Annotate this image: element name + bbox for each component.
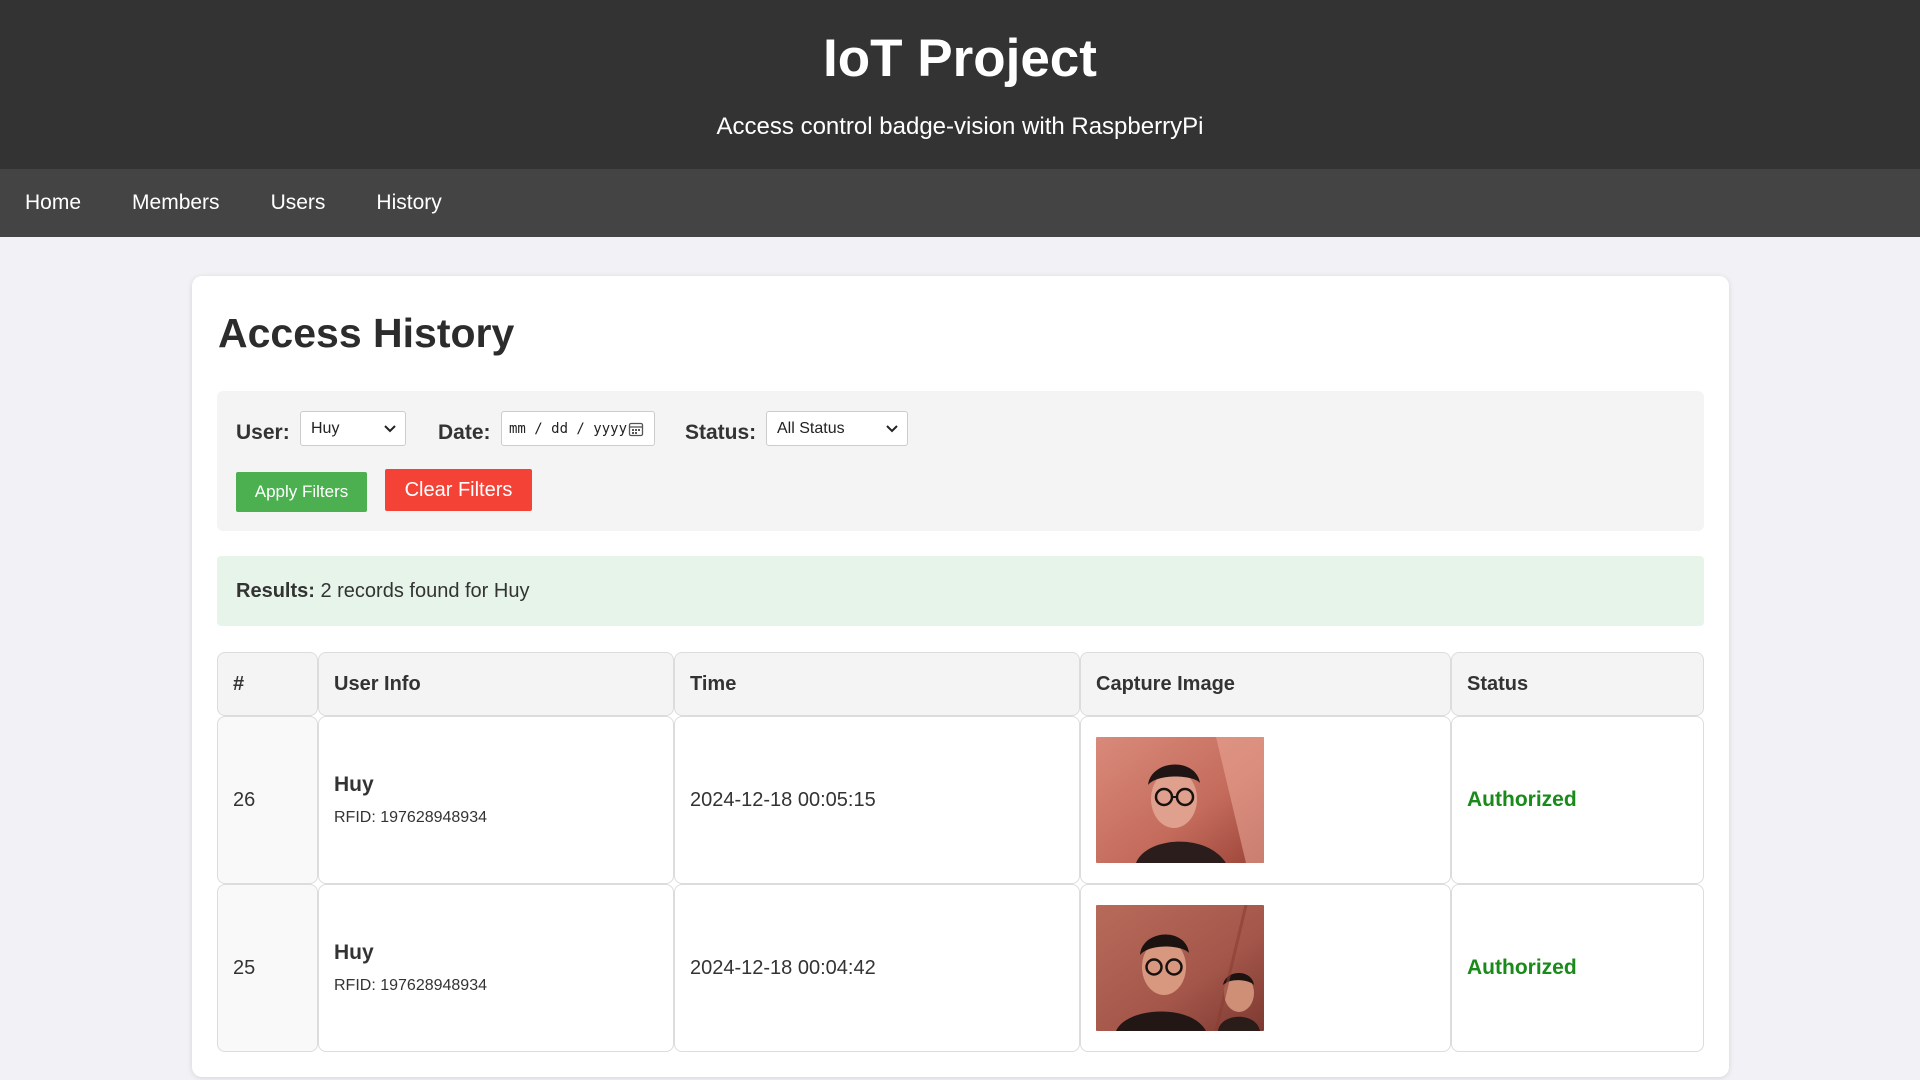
results-text: 2 records found for Huy xyxy=(320,580,530,602)
date-input[interactable]: mm / dd / yyyy xyxy=(501,411,655,446)
row-time: 2024-12-18 00:05:15 xyxy=(674,716,1080,884)
nav-members[interactable]: Members xyxy=(132,191,220,215)
status-select[interactable]: All Status xyxy=(766,411,908,446)
nav-home[interactable]: Home xyxy=(25,191,81,215)
chevron-down-icon xyxy=(384,425,396,433)
history-table: # User Info Time Capture Image Status 26… xyxy=(217,652,1704,1052)
row-id: 26 xyxy=(217,716,318,884)
capture-photo[interactable] xyxy=(1096,905,1264,1031)
table-header: # User Info Time Capture Image Status xyxy=(217,652,1704,716)
user-info-cell: Huy RFID: 197628948934 xyxy=(318,884,674,1052)
nav-history[interactable]: History xyxy=(376,191,441,215)
status-filter-label: Status: xyxy=(685,421,757,444)
user-select-value: Huy xyxy=(311,419,340,437)
header-id: # xyxy=(217,652,318,716)
header-user-info: User Info xyxy=(318,652,674,716)
row-id: 25 xyxy=(217,884,318,1052)
header-capture-image: Capture Image xyxy=(1080,652,1451,716)
table-row: 26 Huy RFID: 197628948934 2024-12-18 00:… xyxy=(217,716,1704,884)
date-filter-label: Date: xyxy=(438,421,491,444)
results-banner: Results: 2 records found for Huy xyxy=(217,556,1704,626)
status-select-value: All Status xyxy=(777,419,845,437)
table-row: 25 Huy RFID: 197628948934 2024-12-18 00:… xyxy=(217,884,1704,1052)
filter-panel: User: Huy Date: mm / dd / yyyy Status: A… xyxy=(217,391,1704,531)
capture-image-cell xyxy=(1080,716,1451,884)
main-nav: Home Members Users History xyxy=(0,169,1920,237)
user-name: Huy xyxy=(334,941,374,964)
apply-filters-button[interactable]: Apply Filters xyxy=(236,472,367,512)
history-card: Access History User: Huy Date: mm / dd /… xyxy=(192,276,1729,1077)
header-status: Status xyxy=(1451,652,1704,716)
site-title: IoT Project xyxy=(823,29,1097,88)
page-title: Access History xyxy=(218,310,515,356)
site-subtitle: Access control badge-vision with Raspber… xyxy=(716,113,1204,140)
user-filter-label: User: xyxy=(236,421,290,444)
row-status: Authorized xyxy=(1451,884,1704,1052)
user-info-cell: Huy RFID: 197628948934 xyxy=(318,716,674,884)
chevron-down-icon xyxy=(886,425,898,433)
results-label: Results: xyxy=(236,580,315,602)
clear-filters-button[interactable]: Clear Filters xyxy=(385,469,532,511)
header-time: Time xyxy=(674,652,1080,716)
row-status: Authorized xyxy=(1451,716,1704,884)
site-header: IoT Project Access control badge-vision … xyxy=(0,0,1920,169)
user-name: Huy xyxy=(334,773,374,796)
date-placeholder: mm / dd / yyyy xyxy=(509,420,628,437)
status-badge: Authorized xyxy=(1467,788,1577,811)
capture-photo[interactable] xyxy=(1096,737,1264,863)
nav-users[interactable]: Users xyxy=(271,191,326,215)
status-badge: Authorized xyxy=(1467,956,1577,979)
user-rfid: RFID: 197628948934 xyxy=(334,977,487,994)
row-time: 2024-12-18 00:04:42 xyxy=(674,884,1080,1052)
user-select[interactable]: Huy xyxy=(300,411,406,446)
capture-image-cell xyxy=(1080,884,1451,1052)
user-rfid: RFID: 197628948934 xyxy=(334,809,487,826)
calendar-icon[interactable] xyxy=(628,421,644,437)
